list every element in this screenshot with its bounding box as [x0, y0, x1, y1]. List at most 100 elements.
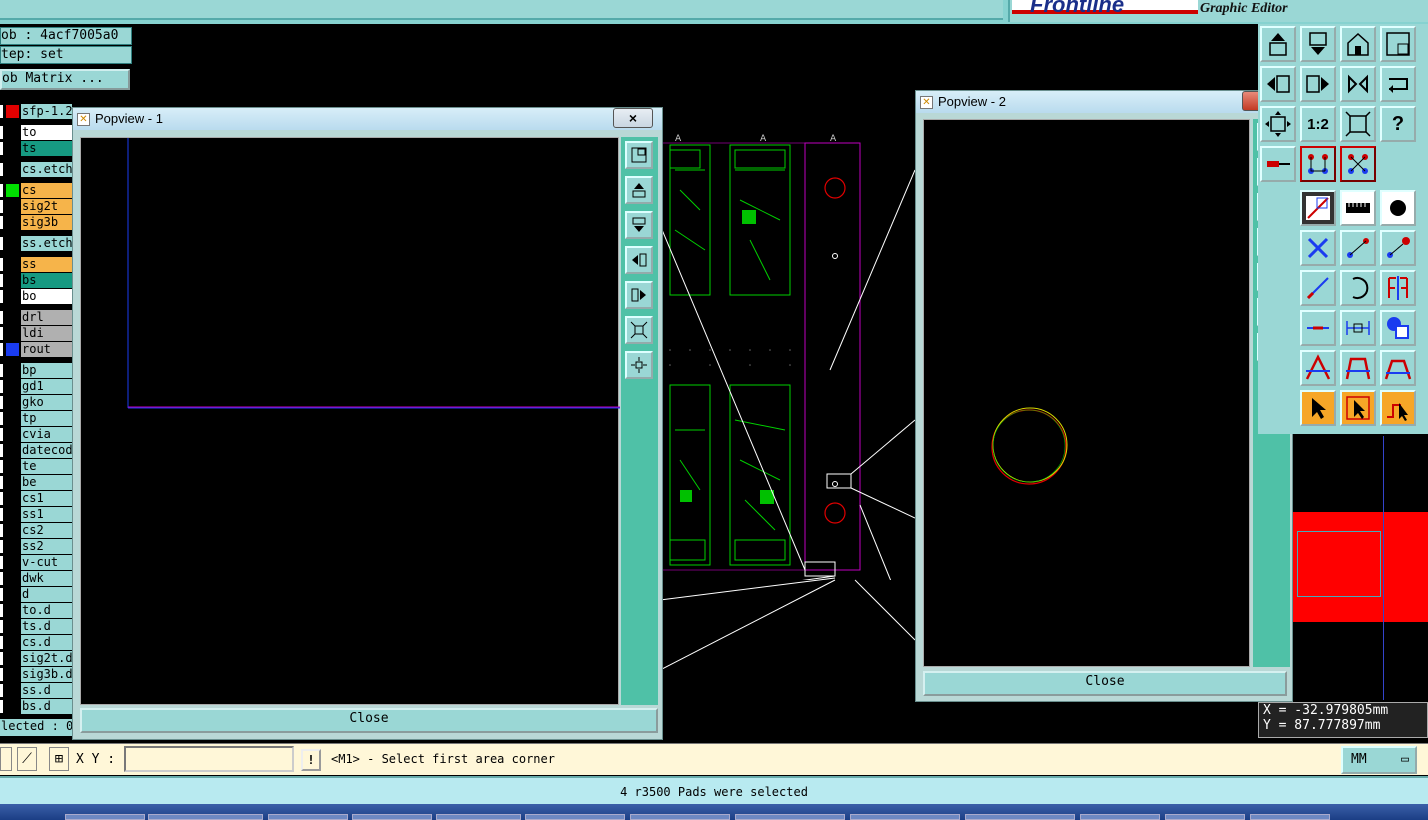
layer-color-swatch[interactable] — [6, 327, 19, 340]
layer-color-swatch[interactable] — [6, 524, 19, 537]
text-b-icon[interactable] — [1340, 350, 1376, 386]
layer-color-swatch[interactable] — [6, 428, 19, 441]
fit-window-icon[interactable] — [1340, 106, 1376, 142]
net-highlight-icon[interactable] — [1340, 146, 1376, 182]
layer-affected-marker[interactable] — [0, 258, 3, 271]
layer-affected-marker[interactable] — [0, 428, 3, 441]
split-icon[interactable] — [1380, 270, 1416, 306]
xy-input[interactable] — [124, 746, 294, 772]
layer-color-swatch[interactable] — [6, 540, 19, 553]
layer-color-swatch[interactable] — [6, 380, 19, 393]
layer-color-swatch[interactable] — [6, 444, 19, 457]
home-icon[interactable] — [1340, 26, 1376, 62]
layer-color-swatch[interactable] — [6, 684, 19, 697]
layer-affected-marker[interactable] — [0, 492, 3, 505]
layer-row-be[interactable]: be — [0, 475, 72, 490]
layer-row-ss1[interactable]: ss1 — [0, 507, 72, 522]
layer-color-swatch[interactable] — [6, 508, 19, 521]
taskbar-button[interactable] — [352, 814, 432, 820]
pcb-board-view[interactable]: A A A — [660, 130, 915, 580]
layer-affected-marker[interactable] — [0, 700, 3, 713]
shapes-icon[interactable] — [1380, 310, 1416, 346]
layer-affected-marker[interactable] — [0, 524, 3, 537]
layer-row-bs.d[interactable]: bs.d — [0, 699, 72, 714]
layer-affected-marker[interactable] — [0, 163, 3, 176]
layer-affected-marker[interactable] — [0, 126, 3, 139]
layer-color-swatch[interactable] — [6, 200, 19, 213]
zoom-out-icon[interactable] — [625, 351, 653, 379]
layer-affected-marker[interactable] — [0, 343, 3, 356]
arc-icon[interactable] — [1340, 270, 1376, 306]
layer-affected-marker[interactable] — [0, 364, 3, 377]
layer-row-sfp-1.2[interactable]: sfp-1.2 — [0, 104, 72, 119]
pen-icon[interactable] — [1300, 270, 1336, 306]
taskbar-button[interactable] — [630, 814, 730, 820]
taskbar-button[interactable] — [268, 814, 348, 820]
cross-icon[interactable] — [1300, 230, 1336, 266]
layer-affected-marker[interactable] — [0, 396, 3, 409]
popview-1-canvas[interactable] — [80, 137, 620, 705]
popview-1-close-x-button[interactable]: × — [613, 108, 653, 128]
layer-row-cs.d[interactable]: cs.d — [0, 635, 72, 650]
job-matrix-button[interactable]: ob Matrix ... — [0, 69, 130, 90]
layer-color-swatch[interactable] — [6, 412, 19, 425]
layer-affected-marker[interactable] — [0, 620, 3, 633]
horizontal-line-icon[interactable] — [1300, 310, 1336, 346]
layer-affected-marker[interactable] — [0, 588, 3, 601]
layer-color-swatch[interactable] — [6, 184, 19, 197]
layer-color-swatch[interactable] — [6, 364, 19, 377]
layer-color-swatch[interactable] — [6, 572, 19, 585]
layer-color-swatch[interactable] — [6, 311, 19, 324]
layer-affected-marker[interactable] — [0, 540, 3, 553]
layer-affected-marker[interactable] — [0, 508, 3, 521]
layer-row-gd1[interactable]: gd1 — [0, 379, 72, 394]
zoom-home-icon[interactable] — [1260, 106, 1296, 142]
pad-icon[interactable] — [1380, 190, 1416, 226]
command-icon-1[interactable] — [0, 747, 12, 771]
layer-row-bo[interactable]: bo — [0, 289, 72, 304]
taskbar-button[interactable] — [1080, 814, 1160, 820]
layer-affected-marker[interactable] — [0, 237, 3, 250]
probe-icon[interactable] — [1260, 146, 1296, 182]
taskbar-button[interactable] — [1250, 814, 1330, 820]
layer-affected-marker[interactable] — [0, 556, 3, 569]
move-right-icon[interactable] — [1300, 66, 1336, 102]
layer-affected-marker[interactable] — [0, 412, 3, 425]
ruler-icon[interactable] — [1340, 190, 1376, 226]
scale-button[interactable]: 1:2 — [1300, 106, 1336, 142]
layer-row-te[interactable]: te — [0, 459, 72, 474]
add-point-icon[interactable] — [1380, 230, 1416, 266]
taskbar-button[interactable] — [525, 814, 625, 820]
layer-affected-marker[interactable] — [0, 311, 3, 324]
layer-affected-marker[interactable] — [0, 184, 3, 197]
layer-affected-marker[interactable] — [0, 380, 3, 393]
execute-button[interactable]: ! — [301, 749, 321, 771]
taskbar-button[interactable] — [965, 814, 1075, 820]
net-connect-icon[interactable] — [1300, 146, 1336, 182]
layer-row-drl[interactable]: drl — [0, 310, 72, 325]
move-left-icon[interactable] — [1260, 66, 1296, 102]
layer-affected-marker[interactable] — [0, 142, 3, 155]
layer-row-bp[interactable]: bp — [0, 363, 72, 378]
layer-affected-marker[interactable] — [0, 274, 3, 287]
select-area-icon[interactable] — [1340, 390, 1376, 426]
layer-row-sig2t.d[interactable]: sig2t.d — [0, 651, 72, 666]
layer-color-swatch[interactable] — [6, 396, 19, 409]
layer-color-swatch[interactable] — [6, 163, 19, 176]
layer-color-swatch[interactable] — [6, 476, 19, 489]
layer-affected-marker[interactable] — [0, 572, 3, 585]
layer-affected-marker[interactable] — [0, 327, 3, 340]
layer-color-swatch[interactable] — [6, 636, 19, 649]
layer-row-to.d[interactable]: to.d — [0, 603, 72, 618]
layer-row-d[interactable]: d — [0, 587, 72, 602]
layer-row-bs[interactable]: bs — [0, 273, 72, 288]
snap-icon[interactable]: ⟋ — [17, 747, 37, 771]
zoom-in-icon[interactable] — [625, 316, 653, 344]
layer-color-swatch[interactable] — [6, 668, 19, 681]
taskbar-button[interactable] — [436, 814, 521, 820]
layer-affected-marker[interactable] — [0, 604, 3, 617]
text-a-icon[interactable] — [1300, 350, 1336, 386]
grid-icon[interactable]: ⊞ — [49, 747, 69, 771]
taskbar-button[interactable] — [1165, 814, 1245, 820]
layer-color-swatch[interactable] — [6, 126, 19, 139]
